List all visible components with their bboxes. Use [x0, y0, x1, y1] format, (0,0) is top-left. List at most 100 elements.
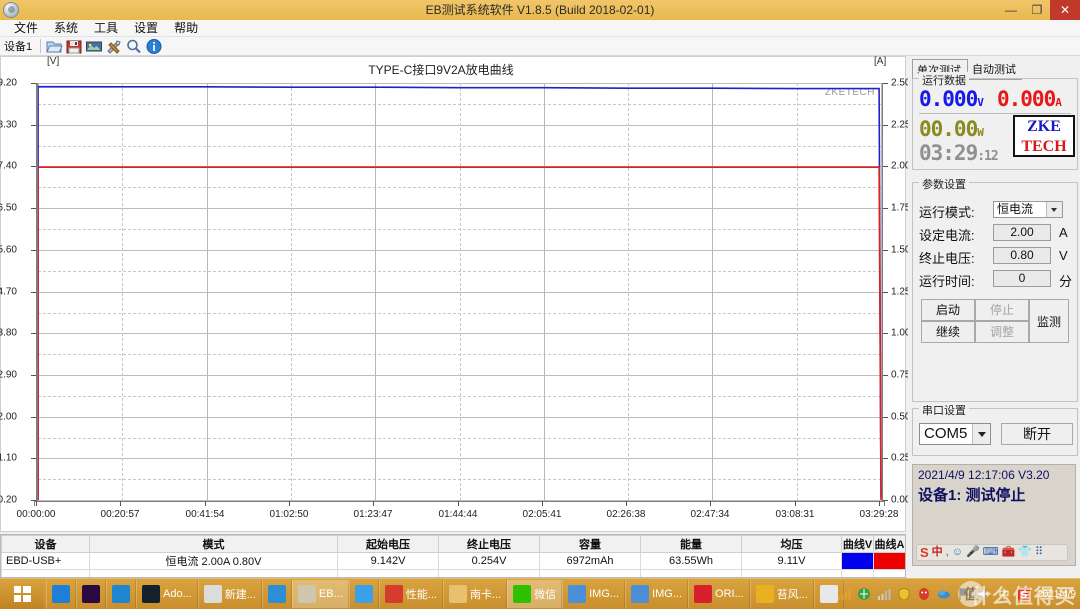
taskbar-item[interactable]: 性能... — [378, 580, 443, 608]
y-axis-tick-mark — [31, 417, 36, 418]
y-axis-tick-label: 7.40 — [0, 160, 17, 172]
y-axis-tick-mark — [31, 166, 36, 167]
taskbar-item-label: ORI... — [715, 588, 744, 600]
close-button[interactable]: ✕ — [1050, 0, 1080, 20]
start-button-taskbar[interactable] — [0, 579, 44, 609]
menu-item-system[interactable]: 系统 — [46, 20, 86, 36]
table-row[interactable]: EBD-USB+ 恒电流 2.00A 0.80V 9.142V 0.254V 6… — [1, 552, 905, 570]
continue-button[interactable]: 继续 — [921, 321, 975, 343]
power-readout: 00.00W — [919, 117, 984, 141]
cutoff-voltage-input[interactable]: 0.80 — [993, 247, 1051, 264]
run-time-input[interactable]: 0 — [993, 270, 1051, 287]
taskbar-item[interactable] — [46, 580, 76, 608]
shield-icon[interactable] — [897, 587, 911, 601]
right-axis-unit: [A] — [874, 56, 887, 67]
taskbar-item[interactable]: 微信 — [507, 580, 563, 608]
run-mode-select[interactable]: 恒电流 — [993, 201, 1063, 218]
params-group-legend: 参数设置 — [919, 176, 969, 192]
taskbar-item[interactable]: IMG... — [562, 580, 626, 608]
x-axis-tick-mark — [36, 501, 37, 506]
taskbar-item[interactable]: Ado... — [136, 580, 198, 608]
minimize-button[interactable]: — — [998, 0, 1024, 20]
y-axis-tick-label: 2.90 — [0, 369, 17, 381]
parameter-settings-group: 参数设置 运行模式: 恒电流 设定电流: 2.00 A 终止电压: 0.80 V… — [912, 176, 1078, 402]
y2-axis-tick-mark — [883, 166, 888, 167]
cell-curve-v-swatch[interactable] — [841, 552, 874, 570]
save-disk-icon[interactable] — [65, 38, 83, 55]
network-icon[interactable] — [857, 587, 871, 601]
taskbar-item[interactable] — [348, 580, 379, 608]
log-timestamp-line: 2021/4/9 12:17:06 V3.20 — [918, 468, 1050, 482]
taskbar-item[interactable]: ORI... — [688, 580, 750, 608]
taskbar-item[interactable]: 新建... — [197, 580, 262, 608]
serial-group-legend: 串口设置 — [919, 402, 969, 418]
status-log-box[interactable]: 2021/4/9 12:17:06 V3.20 设备1: 测试停止 S 中 , … — [912, 464, 1076, 566]
y2-axis-tick-mark — [883, 417, 888, 418]
zoom-search-icon[interactable] — [125, 38, 143, 55]
chart-panel: TYPE-C接口9V2A放电曲线 [V] [A] ZKETECH 9.20 8.3… — [0, 56, 910, 532]
disconnect-button[interactable]: 断开 — [1001, 423, 1073, 445]
menu-item-settings[interactable]: 设置 — [126, 20, 166, 36]
tools-icon[interactable] — [105, 38, 123, 55]
ime-punctuation-icon[interactable]: , — [946, 547, 949, 558]
taskbar-item[interactable]: 苔风... — [749, 580, 814, 608]
tool-bar: 设备1 — [0, 37, 1080, 56]
taskbar-item[interactable]: IMG... — [625, 580, 689, 608]
info-icon[interactable] — [145, 38, 163, 55]
run-time-unit: 分 — [1059, 274, 1073, 289]
qq-icon[interactable] — [917, 587, 931, 601]
taskbar-item[interactable] — [106, 580, 136, 608]
cell-curve-a-swatch[interactable] — [873, 552, 905, 570]
adjust-button: 调整 — [975, 321, 1029, 343]
monitor-button[interactable]: 监测 — [1029, 299, 1069, 343]
stop-button: 停止 — [975, 299, 1029, 321]
ime-chinese-icon[interactable]: 中 — [932, 547, 943, 558]
x-axis-tick-label: 02:47:34 — [690, 509, 730, 520]
chevron-down-icon[interactable] — [972, 424, 990, 444]
start-button[interactable]: 启动 — [921, 299, 975, 321]
set-current-input[interactable]: 2.00 — [993, 224, 1051, 241]
taskbar-item[interactable]: 南卡... — [442, 580, 508, 608]
y-axis-tick-label: 2.00 — [0, 411, 17, 423]
cell-start-voltage: 9.142V — [337, 552, 439, 570]
folder-icon — [448, 585, 467, 603]
y-axis-tick-mark — [31, 333, 36, 334]
maximize-button[interactable]: ❐ — [1024, 0, 1050, 20]
chart-series-voltage — [38, 85, 882, 500]
ime-voice-icon[interactable]: 🎤 — [966, 547, 980, 558]
menu-item-tools[interactable]: 工具 — [86, 20, 126, 36]
signal2-icon[interactable] — [877, 587, 891, 601]
signal-icon[interactable] — [837, 587, 851, 601]
menu-item-file[interactable]: 文件 — [6, 20, 46, 36]
com-port-select[interactable]: COM5 — [919, 423, 991, 445]
sogou-s-icon[interactable]: S — [920, 546, 929, 559]
ime-emoji-icon[interactable]: ☺ — [952, 547, 963, 558]
run-mode-label: 运行模式: — [919, 205, 975, 220]
plot-area[interactable]: ZKETECH — [36, 83, 883, 501]
keyboard-icon — [819, 585, 838, 603]
taskbar-item-label: IMG... — [589, 588, 620, 600]
export-image-icon[interactable] — [85, 38, 103, 55]
ime-toolbar[interactable]: S 中 , ☺ 🎤 ⌨ 🧰 👕 ⠿ — [916, 544, 1068, 561]
menu-item-help[interactable]: 帮助 — [166, 20, 206, 36]
table-row[interactable] — [1, 569, 905, 577]
chevron-down-icon[interactable] — [1046, 202, 1062, 217]
ime-keyboard-icon[interactable]: ⌨ — [983, 547, 999, 558]
x-axis-tick-mark — [373, 501, 374, 506]
open-folder-icon[interactable] — [45, 38, 63, 55]
tab-auto-test[interactable]: 自动测试 — [968, 59, 1022, 80]
serial-settings-group: 串口设置 COM5 断开 — [912, 402, 1078, 456]
taskbar-item[interactable]: EB... — [291, 580, 349, 608]
ime-skin-icon[interactable]: 👕 — [1018, 547, 1032, 558]
ime-apps-icon[interactable]: ⠿ — [1035, 547, 1043, 558]
taskbar-item[interactable] — [76, 580, 106, 608]
y-axis-tick-mark — [31, 250, 36, 251]
ime-toolbox-icon[interactable]: 🧰 — [1002, 547, 1016, 558]
taskbar-item[interactable] — [261, 580, 292, 608]
y-axis-tick-mark — [31, 125, 36, 126]
elapsed-time-readout: 03:29:12 — [919, 141, 999, 165]
y2-axis-tick-mark — [883, 458, 888, 459]
table-header-row: 设备 模式 起始电压 终止电压 容量 能量 均压 曲线V 曲线A — [1, 535, 905, 553]
power-unit: W — [977, 126, 984, 139]
cloud-icon[interactable] — [937, 587, 951, 601]
